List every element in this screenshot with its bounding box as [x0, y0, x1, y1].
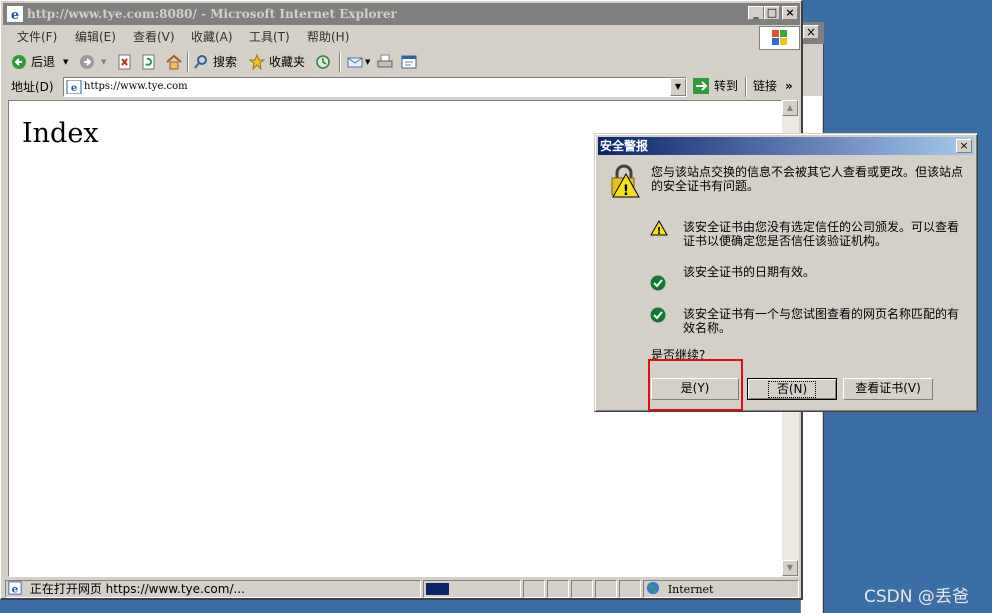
forward-dropdown-icon[interactable]: ▼	[101, 53, 106, 71]
check-ok-icon	[650, 307, 666, 323]
svg-text:e: e	[11, 8, 19, 22]
history-icon	[316, 55, 330, 69]
menu-edit[interactable]: 编辑(E)	[75, 28, 116, 45]
page-icon: e	[66, 80, 82, 94]
ie-icon: e	[7, 6, 23, 22]
no-button[interactable]: 否(N)	[747, 378, 837, 400]
favorites-button[interactable]: 收藏夹	[249, 53, 305, 71]
maximize-button[interactable]: □	[764, 6, 780, 20]
refresh-button[interactable]	[141, 53, 157, 71]
address-value: https://www.tye.com	[84, 81, 188, 92]
mail-icon	[347, 57, 363, 68]
mail-button[interactable]: ▼	[347, 53, 370, 71]
links-more-icon[interactable]: »	[785, 77, 793, 95]
svg-text:!: !	[623, 183, 629, 198]
refresh-icon	[142, 54, 155, 70]
links-button[interactable]: 链接 »	[753, 77, 793, 95]
address-dropdown-button[interactable]: ▼	[670, 78, 686, 96]
search-icon	[194, 55, 207, 69]
menu-favorites[interactable]: 收藏(A)	[191, 28, 233, 45]
dialog-title: 安全警报	[600, 139, 649, 153]
scroll-down-button[interactable]: ▼	[782, 560, 798, 576]
favorites-label: 收藏夹	[269, 55, 306, 69]
star-icon	[249, 54, 265, 70]
home-icon	[166, 54, 182, 70]
address-bar: 地址(D) e https://www.tye.com ▼ 转到 链接 »	[3, 75, 800, 99]
menu-tools[interactable]: 工具(T)	[249, 28, 290, 45]
svg-text:e: e	[71, 83, 77, 94]
warning-icon: !	[650, 220, 668, 236]
links-label: 链接	[753, 79, 778, 93]
address-label: 地址(D)	[11, 80, 54, 94]
background-window-close-button[interactable]: ×	[803, 25, 819, 39]
forward-button[interactable]: ▼	[79, 53, 106, 71]
search-label: 搜索	[213, 55, 238, 69]
history-button[interactable]	[315, 53, 331, 71]
go-button[interactable]: 转到	[693, 77, 738, 95]
watermark: CSDN @丢爸	[864, 587, 969, 607]
status-text: 正在打开网页 https://www.tye.com/...	[29, 582, 245, 596]
edit-page-button[interactable]	[401, 53, 417, 71]
menu-help[interactable]: 帮助(H)	[307, 28, 349, 45]
address-separator	[745, 77, 747, 97]
progress-bar-fill	[426, 583, 449, 595]
page-heading: Index	[22, 118, 99, 149]
mail-dropdown-icon[interactable]: ▼	[365, 53, 370, 71]
view-certificate-button[interactable]: 查看证书(V)	[843, 378, 933, 400]
lock-warning-icon: !	[611, 164, 640, 198]
highlight-annotation	[648, 359, 743, 411]
back-arrow-icon	[12, 55, 26, 69]
go-arrow-icon	[693, 78, 709, 94]
status-bar: e 正在打开网页 https://www.tye.com/... Interne…	[3, 579, 800, 599]
svg-text:!: !	[657, 226, 662, 236]
status-pane	[547, 580, 569, 598]
back-label: 后退	[31, 55, 56, 69]
dialog-intro: 您与该站点交换的信息不会被其它人查看或更改。但该站点的安全证书有问题。	[651, 165, 964, 193]
back-dropdown-icon[interactable]: ▼	[63, 53, 68, 71]
home-button[interactable]	[165, 53, 183, 71]
dialog-item-text: 该安全证书有一个与您试图查看的网页名称匹配的有效名称。	[683, 307, 960, 335]
toolbar-separator	[339, 52, 341, 72]
status-text-pane: e 正在打开网页 https://www.tye.com/...	[5, 580, 421, 598]
back-button[interactable]: 后退 ▼	[11, 53, 68, 71]
go-label: 转到	[714, 79, 739, 93]
windows-logo	[759, 26, 800, 50]
forward-arrow-icon	[80, 55, 94, 69]
close-button[interactable]: ×	[782, 6, 798, 20]
zone-pane: Internet	[643, 580, 799, 598]
dialog-item-text: 该安全证书由您没有选定信任的公司颁发。可以查看证书以便确定您是否信任该验证机构。	[683, 220, 960, 248]
dialog-item-text: 该安全证书的日期有效。	[683, 265, 816, 279]
stop-button[interactable]	[117, 53, 133, 71]
status-pane	[595, 580, 617, 598]
stop-icon	[118, 54, 131, 70]
zone-label: Internet	[667, 583, 714, 596]
background-window-titlebar[interactable]: ×	[800, 22, 824, 44]
dialog-titlebar[interactable]: 安全警报 ×	[598, 137, 974, 155]
no-button-label: 否(N)	[767, 381, 817, 398]
print-button[interactable]	[377, 53, 393, 71]
address-input[interactable]: e https://www.tye.com ▼	[63, 77, 687, 97]
menubar: 文件(F) 编辑(E) 查看(V) 收藏(A) 工具(T) 帮助(H)	[3, 26, 760, 46]
dialog-close-button[interactable]: ×	[956, 139, 972, 153]
document-edit-icon	[401, 55, 417, 69]
scroll-up-button[interactable]: ▲	[782, 100, 798, 116]
status-pane	[571, 580, 593, 598]
progress-pane	[423, 580, 521, 598]
page-loading-icon: e	[8, 581, 22, 595]
window-title: http://www.tye.com:8080/ - Microsoft Int…	[27, 7, 397, 21]
status-pane	[523, 580, 545, 598]
toolbar: 后退 ▼ ▼ 搜索 收藏夹 ▼	[3, 50, 800, 74]
titlebar[interactable]: e http://www.tye.com:8080/ - Microsoft I…	[3, 3, 800, 25]
search-button[interactable]: 搜索	[193, 53, 237, 71]
svg-text:e: e	[12, 583, 19, 595]
printer-icon	[377, 54, 393, 68]
menu-file[interactable]: 文件(F)	[17, 28, 57, 45]
globe-icon	[646, 581, 660, 595]
status-pane	[619, 580, 641, 598]
minimize-button[interactable]: _	[748, 6, 764, 20]
menu-view[interactable]: 查看(V)	[133, 28, 175, 45]
windows-flag-icon	[772, 30, 787, 45]
check-ok-icon	[650, 275, 666, 291]
toolbar-separator	[187, 52, 189, 72]
